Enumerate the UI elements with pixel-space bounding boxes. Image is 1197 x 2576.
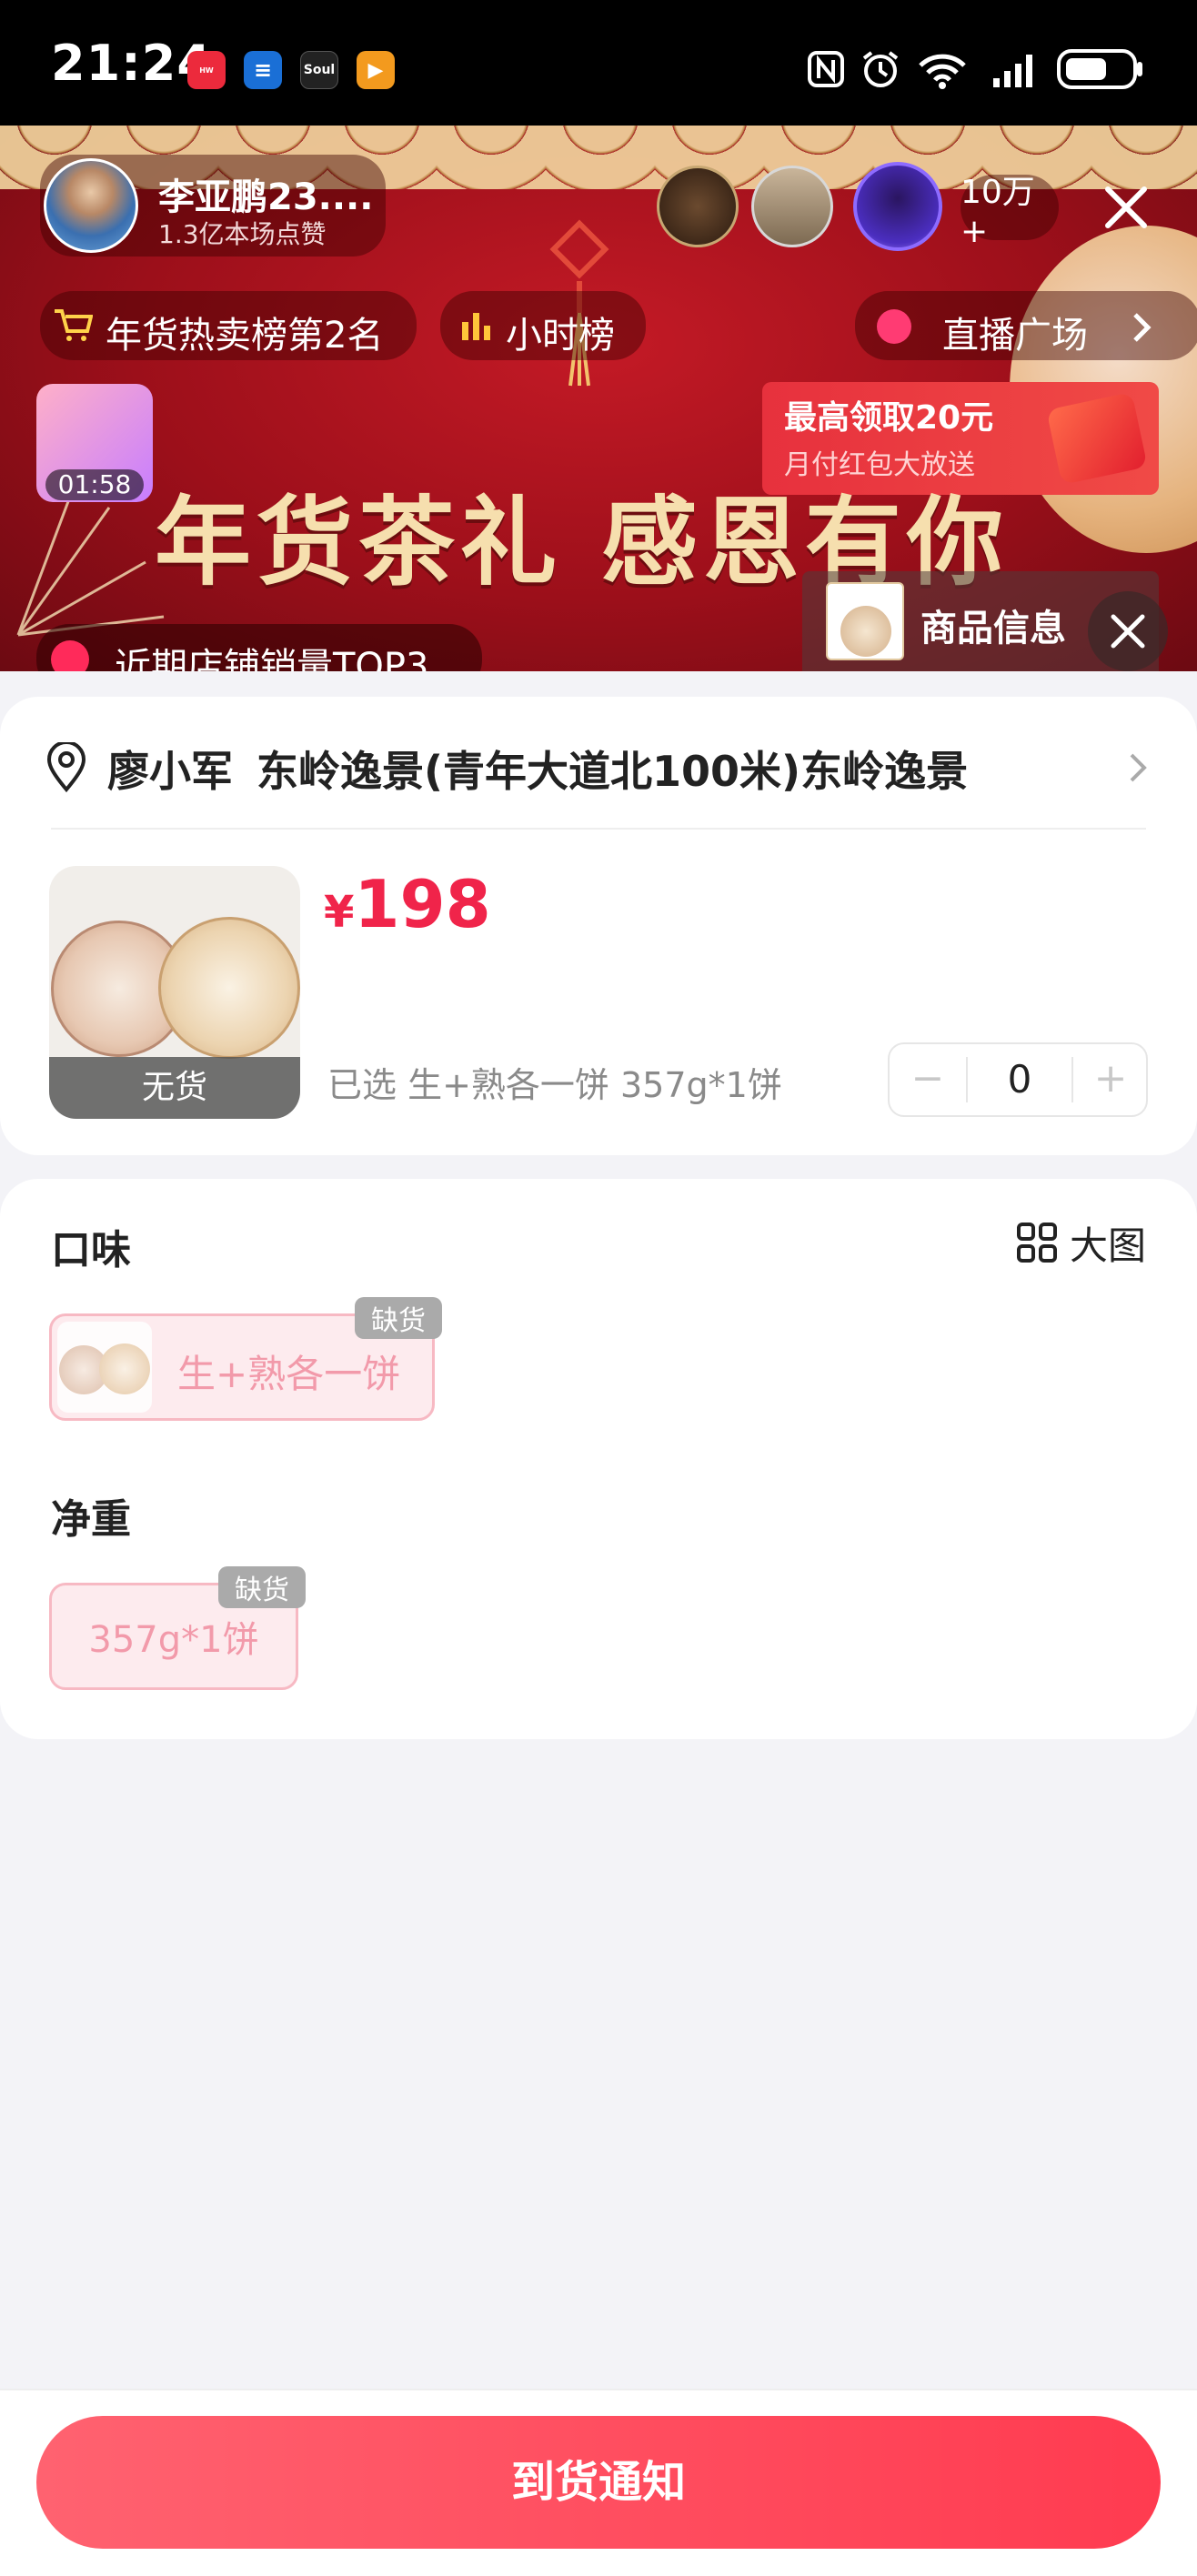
rank-badge[interactable]: 年货热卖榜第2名 [40, 291, 417, 360]
nfc-icon [808, 51, 844, 87]
cart-icon [55, 309, 93, 341]
host-avatar[interactable] [44, 158, 138, 253]
price-value: 198 [354, 866, 491, 942]
trend-icon [51, 640, 89, 671]
quantity-value[interactable]: 0 [968, 1044, 1071, 1115]
host-likes: 1.3亿本场点赞 [158, 219, 327, 249]
flavor-option-label: 生+熟各一饼 [177, 1352, 401, 1396]
chevron-right-icon [1130, 753, 1147, 782]
flavor-title: 口味 [51, 1227, 131, 1273]
video-app-icon: ▶ [357, 51, 395, 89]
soul-app-icon: Soul [300, 51, 338, 89]
host-info-pill[interactable]: 李亚鹏23.... 1.3亿本场点赞 [40, 155, 386, 257]
live-plaza-button[interactable]: 直播广场 [855, 291, 1197, 360]
address-name: 廖小军 [107, 747, 233, 796]
close-icon [1111, 614, 1145, 649]
weight-title: 净重 [51, 1496, 131, 1543]
plaza-icon [877, 309, 911, 344]
product-thumb [826, 582, 904, 660]
sales-badge[interactable]: 近期店铺销量TOP3 [36, 624, 482, 671]
hourly-rank-button[interactable]: 小时榜 [440, 291, 646, 360]
sales-badge-label: 近期店铺销量TOP3 [115, 646, 429, 671]
product-sheet: 廖小军 东岭逸景(青年大道北100米)东岭逸景 无货 ¥198 已选 生+熟各一… [0, 697, 1197, 1155]
chevron-right-icon [1133, 313, 1152, 342]
out-of-stock-tag: 缺货 [355, 1297, 442, 1339]
huawei-app-icon: HW [187, 51, 226, 89]
wifi-icon [919, 54, 966, 89]
gift-bag-widget[interactable]: 01:58 [36, 384, 153, 502]
signal-icon [993, 55, 1032, 87]
viewer-avatar[interactable] [853, 162, 942, 251]
live-stream-banner[interactable]: 李亚鹏23.... 1.3亿本场点赞 10万+ 年货热卖榜第2名 小时榜 直播广… [0, 126, 1197, 671]
quantity-stepper[interactable]: − 0 + [888, 1042, 1148, 1117]
big-image-toggle[interactable]: 大图 [1017, 1217, 1146, 1268]
product-image[interactable]: 无货 [49, 866, 300, 1119]
address-detail: 东岭逸景(青年大道北100米)东岭逸景 [256, 747, 969, 796]
viewer-avatar[interactable] [751, 166, 833, 247]
out-of-stock-overlay: 无货 [49, 1057, 300, 1119]
quantity-plus-button[interactable]: + [1073, 1044, 1148, 1115]
product-info-label: 商品信息 [920, 608, 1066, 649]
address-row[interactable]: 廖小军 东岭逸景(青年大道北100米)东岭逸景 [0, 715, 1197, 815]
quantity-minus-button[interactable]: − [890, 1044, 966, 1115]
close-product-info-button[interactable] [1088, 591, 1168, 671]
out-of-stock-tag: 缺货 [218, 1566, 306, 1608]
status-bar: 21:24 HW ≡ Soul ▶ [0, 0, 1197, 126]
viewer-avatar[interactable] [657, 166, 739, 247]
red-envelope-icon [1046, 391, 1148, 486]
gift-timer: 01:58 [45, 469, 144, 500]
alarm-icon [862, 51, 899, 87]
big-image-label: 大图 [1070, 1223, 1147, 1268]
tea-cake-image [158, 917, 300, 1059]
selected-spec: 已选 生+熟各一饼 357g*1饼 [327, 1065, 782, 1105]
price-symbol: ¥ [324, 887, 355, 938]
weight-option-label: 357g*1饼 [88, 1619, 259, 1661]
location-pin-icon [46, 742, 86, 793]
bar-chart-icon [462, 313, 490, 340]
divider [51, 828, 1146, 830]
grid-icon [1017, 1223, 1057, 1263]
options-card: 口味 大图 生+熟各一饼 缺货 净重 357g*1饼 缺货 [0, 1179, 1197, 1739]
price: ¥198 [324, 866, 491, 942]
hourly-rank-label: 小时榜 [506, 315, 615, 357]
battery-icon [1057, 49, 1142, 89]
close-live-icon[interactable] [1102, 184, 1150, 231]
notify-arrival-button[interactable]: 到货通知 [36, 2416, 1161, 2549]
flavor-option-thumb [57, 1322, 152, 1413]
list-app-icon: ≡ [244, 51, 282, 89]
live-plaza-label: 直播广场 [942, 315, 1088, 357]
bottom-bar: 到货通知 [0, 2389, 1197, 2576]
host-name: 李亚鹏23.... [158, 176, 374, 218]
rank-badge-label: 年货热卖榜第2名 [106, 315, 384, 357]
viewer-count[interactable]: 10万+ [961, 174, 1059, 250]
promo-title: 最高领取20元 [784, 399, 994, 437]
